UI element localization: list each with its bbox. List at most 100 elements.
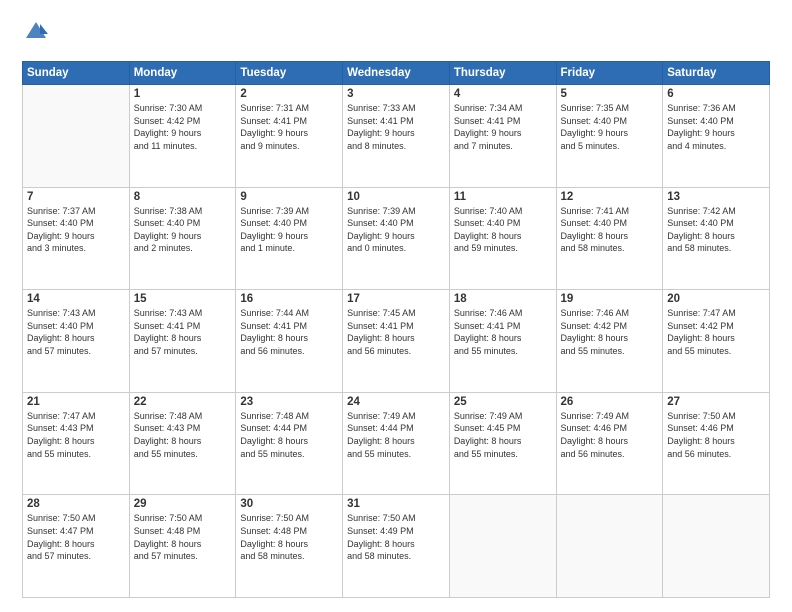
calendar-week-row: 21 Sunrise: 7:47 AM Sunset: 4:43 PM Dayli… [23,392,770,495]
day-number: 9 [240,191,338,203]
calendar-cell: 10 Sunrise: 7:39 AM Sunset: 4:40 PM Dayli… [343,187,450,290]
weekday-header: Saturday [663,62,770,85]
day-number: 31 [347,498,445,510]
day-number: 8 [134,191,232,203]
cell-info: Sunrise: 7:40 AM Sunset: 4:40 PM Dayligh… [454,205,552,255]
cell-info: Sunrise: 7:37 AM Sunset: 4:40 PM Dayligh… [27,205,125,255]
cell-info: Sunrise: 7:46 AM Sunset: 4:41 PM Dayligh… [454,307,552,357]
calendar-header-row: SundayMondayTuesdayWednesdayThursdayFrid… [23,62,770,85]
cell-info: Sunrise: 7:50 AM Sunset: 4:46 PM Dayligh… [667,410,765,460]
day-number: 14 [27,293,125,305]
cell-info: Sunrise: 7:49 AM Sunset: 4:45 PM Dayligh… [454,410,552,460]
calendar-table: SundayMondayTuesdayWednesdayThursdayFrid… [22,61,770,598]
cell-info: Sunrise: 7:47 AM Sunset: 4:43 PM Dayligh… [27,410,125,460]
calendar-cell: 30 Sunrise: 7:50 AM Sunset: 4:48 PM Dayli… [236,495,343,598]
calendar-cell: 19 Sunrise: 7:46 AM Sunset: 4:42 PM Dayli… [556,290,663,393]
day-number: 6 [667,88,765,100]
day-number: 21 [27,396,125,408]
calendar-cell: 17 Sunrise: 7:45 AM Sunset: 4:41 PM Dayli… [343,290,450,393]
calendar-week-row: 1 Sunrise: 7:30 AM Sunset: 4:42 PM Daylig… [23,85,770,188]
calendar-cell: 24 Sunrise: 7:49 AM Sunset: 4:44 PM Dayli… [343,392,450,495]
day-number: 24 [347,396,445,408]
day-number: 22 [134,396,232,408]
day-number: 27 [667,396,765,408]
calendar-cell: 6 Sunrise: 7:36 AM Sunset: 4:40 PM Daylig… [663,85,770,188]
cell-info: Sunrise: 7:41 AM Sunset: 4:40 PM Dayligh… [561,205,659,255]
day-number: 26 [561,396,659,408]
cell-info: Sunrise: 7:43 AM Sunset: 4:41 PM Dayligh… [134,307,232,357]
day-number: 12 [561,191,659,203]
calendar-week-row: 7Sunrise: 7:37 AM Sunset: 4:40 PM Daylig… [23,187,770,290]
cell-info: Sunrise: 7:50 AM Sunset: 4:48 PM Dayligh… [240,512,338,562]
calendar-cell: 18 Sunrise: 7:46 AM Sunset: 4:41 PM Dayli… [449,290,556,393]
calendar-cell: 20 Sunrise: 7:47 AM Sunset: 4:42 PM Dayli… [663,290,770,393]
cell-info: Sunrise: 7:47 AM Sunset: 4:42 PM Dayligh… [667,307,765,357]
calendar-cell: 13Sunrise: 7:42 AM Sunset: 4:40 PM Dayli… [663,187,770,290]
calendar-cell [663,495,770,598]
cell-info: Sunrise: 7:34 AM Sunset: 4:41 PM Dayligh… [454,102,552,152]
calendar-cell: 27 Sunrise: 7:50 AM Sunset: 4:46 PM Dayli… [663,392,770,495]
calendar-cell: 12 Sunrise: 7:41 AM Sunset: 4:40 PM Dayli… [556,187,663,290]
weekday-header: Wednesday [343,62,450,85]
calendar-cell: 16Sunrise: 7:44 AM Sunset: 4:41 PM Dayli… [236,290,343,393]
day-number: 23 [240,396,338,408]
calendar-cell: 31 Sunrise: 7:50 AM Sunset: 4:49 PM Dayli… [343,495,450,598]
calendar-cell: 9 Sunrise: 7:39 AM Sunset: 4:40 PM Daylig… [236,187,343,290]
day-number: 20 [667,293,765,305]
day-number: 19 [561,293,659,305]
day-number: 4 [454,88,552,100]
day-number: 28 [27,498,125,510]
day-number: 3 [347,88,445,100]
calendar-week-row: 14 Sunrise: 7:43 AM Sunset: 4:40 PM Dayli… [23,290,770,393]
day-number: 15 [134,293,232,305]
calendar-cell [23,85,130,188]
day-number: 1 [134,88,232,100]
cell-info: Sunrise: 7:49 AM Sunset: 4:46 PM Dayligh… [561,410,659,460]
calendar-cell: 4 Sunrise: 7:34 AM Sunset: 4:41 PM Daylig… [449,85,556,188]
calendar-cell: 5 Sunrise: 7:35 AM Sunset: 4:40 PM Daylig… [556,85,663,188]
weekday-header: Friday [556,62,663,85]
calendar-cell: 1 Sunrise: 7:30 AM Sunset: 4:42 PM Daylig… [129,85,236,188]
calendar-cell [449,495,556,598]
day-number: 10 [347,191,445,203]
logo [22,18,54,51]
logo-icon [22,18,50,46]
header [22,18,770,51]
day-number: 17 [347,293,445,305]
cell-info: Sunrise: 7:36 AM Sunset: 4:40 PM Dayligh… [667,102,765,152]
calendar-cell: 7Sunrise: 7:37 AM Sunset: 4:40 PM Daylig… [23,187,130,290]
weekday-header: Tuesday [236,62,343,85]
cell-info: Sunrise: 7:39 AM Sunset: 4:40 PM Dayligh… [347,205,445,255]
cell-info: Sunrise: 7:50 AM Sunset: 4:49 PM Dayligh… [347,512,445,562]
calendar-cell: 23 Sunrise: 7:48 AM Sunset: 4:44 PM Dayli… [236,392,343,495]
day-number: 2 [240,88,338,100]
day-number: 5 [561,88,659,100]
calendar-week-row: 28 Sunrise: 7:50 AM Sunset: 4:47 PM Dayli… [23,495,770,598]
cell-info: Sunrise: 7:38 AM Sunset: 4:40 PM Dayligh… [134,205,232,255]
cell-info: Sunrise: 7:39 AM Sunset: 4:40 PM Dayligh… [240,205,338,255]
calendar-cell: 21 Sunrise: 7:47 AM Sunset: 4:43 PM Dayli… [23,392,130,495]
cell-info: Sunrise: 7:45 AM Sunset: 4:41 PM Dayligh… [347,307,445,357]
calendar-cell: 25 Sunrise: 7:49 AM Sunset: 4:45 PM Dayli… [449,392,556,495]
day-number: 30 [240,498,338,510]
calendar-cell: 28 Sunrise: 7:50 AM Sunset: 4:47 PM Dayli… [23,495,130,598]
day-number: 13 [667,191,765,203]
weekday-header: Sunday [23,62,130,85]
cell-info: Sunrise: 7:31 AM Sunset: 4:41 PM Dayligh… [240,102,338,152]
cell-info: Sunrise: 7:43 AM Sunset: 4:40 PM Dayligh… [27,307,125,357]
day-number: 11 [454,191,552,203]
calendar-cell: 11 Sunrise: 7:40 AM Sunset: 4:40 PM Dayli… [449,187,556,290]
cell-info: Sunrise: 7:46 AM Sunset: 4:42 PM Dayligh… [561,307,659,357]
calendar-cell: 2 Sunrise: 7:31 AM Sunset: 4:41 PM Daylig… [236,85,343,188]
cell-info: Sunrise: 7:49 AM Sunset: 4:44 PM Dayligh… [347,410,445,460]
day-number: 25 [454,396,552,408]
calendar-cell: 26 Sunrise: 7:49 AM Sunset: 4:46 PM Dayli… [556,392,663,495]
cell-info: Sunrise: 7:44 AM Sunset: 4:41 PM Dayligh… [240,307,338,357]
cell-info: Sunrise: 7:48 AM Sunset: 4:44 PM Dayligh… [240,410,338,460]
cell-info: Sunrise: 7:30 AM Sunset: 4:42 PM Dayligh… [134,102,232,152]
calendar-cell: 14 Sunrise: 7:43 AM Sunset: 4:40 PM Dayli… [23,290,130,393]
day-number: 18 [454,293,552,305]
calendar-cell: 3Sunrise: 7:33 AM Sunset: 4:41 PM Daylig… [343,85,450,188]
cell-info: Sunrise: 7:50 AM Sunset: 4:47 PM Dayligh… [27,512,125,562]
cell-info: Sunrise: 7:35 AM Sunset: 4:40 PM Dayligh… [561,102,659,152]
